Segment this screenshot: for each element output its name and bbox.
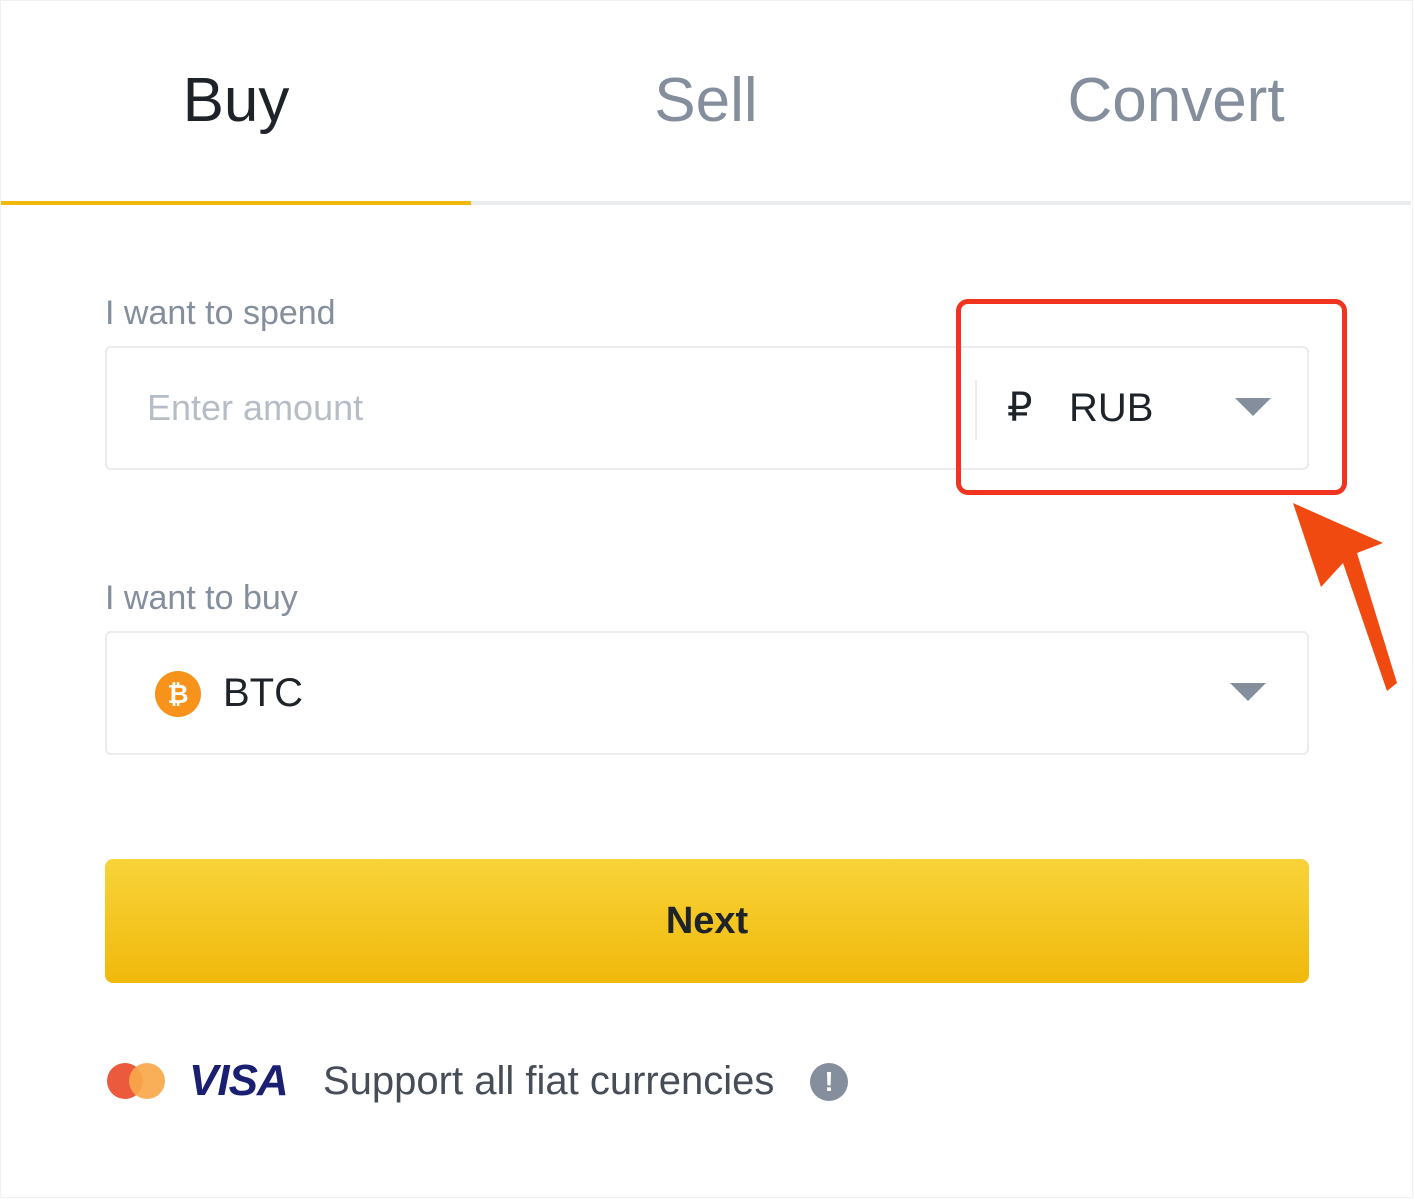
buy-label: I want to buy — [105, 579, 298, 617]
chevron-down-icon — [1230, 683, 1266, 701]
coin-code: BTC — [223, 671, 303, 715]
info-icon[interactable]: ! — [810, 1063, 848, 1101]
fiat-support-text: Support all fiat currencies — [323, 1059, 775, 1103]
amount-input[interactable] — [147, 378, 927, 438]
tab-buy[interactable]: Buy — [1, 61, 471, 141]
spend-label: I want to spend — [105, 294, 336, 332]
bitcoin-glyph: ₿ — [167, 680, 188, 710]
coin-select[interactable]: ₿ BTC — [105, 631, 1309, 755]
highlight-box — [956, 299, 1347, 495]
active-tab-indicator — [1, 201, 471, 205]
payment-footer: VISA Support all fiat currencies ! — [105, 1051, 1005, 1111]
visa-logo: VISA — [189, 1056, 289, 1105]
widget-frame: Buy Sell Convert I want to spend ₽ RUB I… — [0, 0, 1413, 1198]
bitcoin-icon: ₿ — [155, 671, 201, 717]
tab-convert[interactable]: Convert — [941, 61, 1411, 141]
next-button[interactable]: Next — [105, 859, 1309, 983]
trade-tabs: Buy Sell Convert — [1, 1, 1411, 206]
mastercard-icon — [107, 1063, 165, 1099]
tab-sell[interactable]: Sell — [471, 61, 941, 141]
